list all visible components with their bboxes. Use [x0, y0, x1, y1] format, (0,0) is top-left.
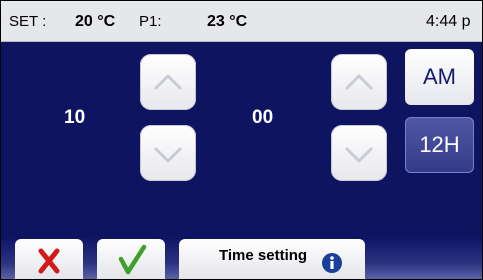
hour-down-button[interactable] — [140, 125, 196, 181]
minute-down-button[interactable] — [331, 125, 387, 181]
time-format-button[interactable]: 12H — [405, 117, 474, 173]
thermostat-screen: SET : 20 °C P1: 23 °C 4:44 p 10 00 AM 12… — [0, 0, 483, 280]
hour-value: 10 — [64, 107, 86, 128]
cancel-button[interactable] — [15, 239, 83, 279]
set-label: SET : — [9, 13, 47, 30]
minute-up-button[interactable] — [331, 54, 387, 110]
info-icon[interactable] — [321, 252, 343, 274]
p1-label: P1: — [139, 13, 162, 30]
hour-up-button[interactable] — [140, 54, 196, 110]
set-temperature: 20 °C — [75, 13, 116, 30]
status-bar: SET : 20 °C P1: 23 °C 4:44 p — [1, 1, 482, 42]
confirm-button[interactable] — [97, 239, 165, 279]
chevron-up-icon — [154, 74, 182, 90]
chevron-down-icon — [154, 147, 182, 163]
green-check-icon — [118, 244, 147, 275]
minute-value: 00 — [252, 107, 274, 128]
screen-title: Time setting — [219, 247, 308, 264]
chevron-up-icon — [345, 74, 373, 90]
clock: 4:44 p — [426, 13, 471, 30]
chevron-down-icon — [345, 147, 373, 163]
red-x-icon — [38, 248, 60, 274]
p1-temperature: 23 °C — [207, 13, 248, 30]
screen-title-tab: Time setting — [179, 239, 365, 279]
am-pm-toggle-button[interactable]: AM — [405, 49, 474, 105]
